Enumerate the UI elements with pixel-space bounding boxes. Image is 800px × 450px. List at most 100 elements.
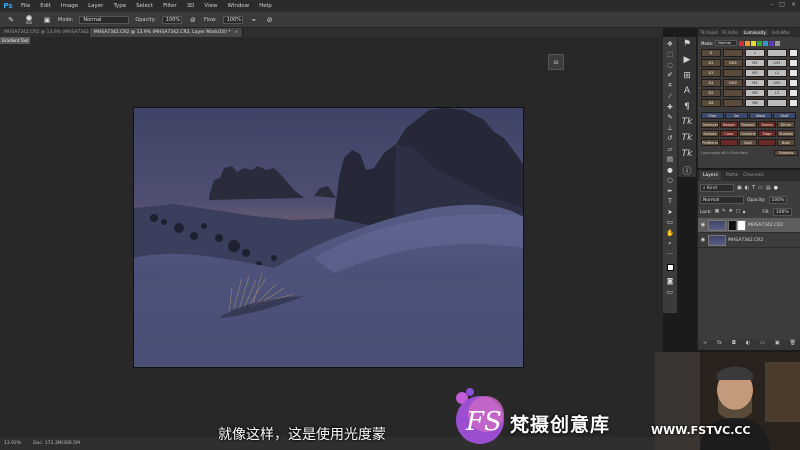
filter-type-icon[interactable]: T	[752, 185, 755, 191]
lumi-mask-button[interactable]: M5	[745, 89, 765, 97]
menu-help[interactable]: Help	[254, 3, 277, 9]
clone-stamp-icon[interactable]: ⊥	[665, 123, 676, 133]
lumi-mask-button[interactable]	[767, 49, 787, 57]
opacity-field[interactable]: 100%	[161, 15, 182, 24]
document-image[interactable]	[133, 107, 524, 368]
menu-layer[interactable]: Layer	[83, 3, 108, 9]
eraser-tool-icon[interactable]: ▱	[665, 144, 676, 154]
zoom-tool-icon[interactable]: ⌕	[665, 239, 676, 249]
crop-tool-icon[interactable]: ⌗	[665, 81, 676, 91]
lumi-mask-button[interactable]: D2	[701, 59, 721, 67]
menu-edit[interactable]: Edit	[35, 3, 56, 9]
lumi-mask-button[interactable]: D5	[701, 89, 721, 97]
tab-luminosity[interactable]: Luminosity	[742, 30, 768, 35]
lumi-action-button[interactable]: Bath	[777, 139, 795, 146]
character-panel-icon[interactable]: A	[680, 86, 694, 97]
layer-filter-kind[interactable]: ⌕ Kind	[700, 184, 734, 192]
menu-view[interactable]: View	[199, 3, 222, 9]
tab-tk-rapid[interactable]: TK Rapid	[700, 30, 718, 35]
hand-tool-icon[interactable]: ✋	[665, 228, 676, 238]
marquee-tool-icon[interactable]: ⬚	[665, 50, 676, 60]
lumi-mask-button[interactable]: DM2	[723, 79, 743, 87]
move-tool-icon[interactable]: ✥	[665, 39, 676, 49]
lasso-tool-icon[interactable]: ◌	[665, 60, 676, 70]
new-layer-icon[interactable]: ▣	[775, 340, 780, 350]
filter-toggle-icon[interactable]: ●	[774, 185, 778, 191]
lock-artboard-icon[interactable]: ▢	[736, 209, 740, 215]
tab-initiamas[interactable]: InitiaMas	[772, 30, 790, 35]
menu-window[interactable]: Window	[222, 3, 254, 9]
tab-document-1[interactable]: MHSA7342.CR2 @ 13.9% (MHSA7342.CR2, Laye…	[0, 28, 141, 37]
tutorials-button[interactable]: Tutorials	[774, 150, 798, 156]
lumi-mask-button[interactable]: D	[701, 49, 721, 57]
eyedropper-tool-icon[interactable]: ⁄	[665, 92, 676, 102]
menu-3d[interactable]: 3D	[182, 3, 200, 9]
fx-icon[interactable]: fx	[717, 340, 722, 350]
layer-row[interactable]: ◉ MHSA7342.CR2	[698, 218, 800, 233]
tab-tk-actions[interactable]: TK Actio	[722, 30, 738, 35]
lumi-mask-button[interactable]: M4	[745, 79, 765, 87]
shape-tool-icon[interactable]: ▭	[665, 218, 676, 228]
layer-opacity-field[interactable]: 100%	[768, 196, 788, 204]
lock-all-icon[interactable]: 🔒︎	[743, 209, 745, 215]
lumi-action-button[interactable]: Stuff	[773, 112, 796, 119]
lumi-action-button[interactable]: Stamp	[758, 121, 776, 128]
lumi-row-toggle[interactable]	[789, 59, 798, 67]
lumi-action-button[interactable]: PreBlend	[701, 139, 719, 146]
lumi-mask-button[interactable]: M6	[745, 99, 765, 107]
visibility-eye-icon[interactable]: ◉	[698, 222, 708, 228]
visibility-eye-icon[interactable]: ◉	[698, 237, 708, 243]
menu-select[interactable]: Select	[131, 3, 158, 9]
dodge-tool-icon[interactable]: ○	[665, 176, 676, 186]
zoom-level[interactable]: 13.92%	[4, 441, 21, 446]
filter-adjust-icon[interactable]: ◐	[745, 185, 749, 191]
lumi-mode-select[interactable]: Normal	[715, 40, 738, 46]
actions-panel-icon[interactable]: ▶	[680, 55, 694, 66]
lumi-action-button[interactable]: Split	[739, 139, 757, 146]
lumi-action-button[interactable]: Rodger	[720, 121, 738, 128]
lumi-mask-button[interactable]: L2	[767, 69, 787, 77]
type-tool-icon[interactable]: T	[665, 197, 676, 207]
lumi-action-button[interactable]: Combine	[739, 130, 757, 137]
pressure-opacity-icon[interactable]: ⊘	[188, 15, 198, 25]
lumi-mask-button[interactable]: DM1	[723, 59, 743, 67]
menu-image[interactable]: Image	[56, 3, 83, 9]
lumi-action-button[interactable]: Dither	[777, 121, 795, 128]
tk-panel-icon-1[interactable]: Tk	[680, 117, 694, 128]
lumi-mask-button[interactable]: LM2	[767, 79, 787, 87]
lumi-mask-button[interactable]	[723, 99, 743, 107]
paragraph-panel-icon[interactable]: ¶	[680, 102, 694, 113]
lumi-row-toggle[interactable]	[789, 49, 798, 57]
tab-layers[interactable]: Layers	[700, 171, 721, 180]
brush-panel-icon[interactable]: ⊞	[680, 70, 694, 81]
lumi-mask-button[interactable]: LM1	[767, 59, 787, 67]
lumi-mask-button[interactable]	[723, 69, 743, 77]
healing-tool-icon[interactable]: ✚	[665, 102, 676, 112]
airbrush-icon[interactable]: ⌁	[249, 15, 259, 25]
pressure-size-icon[interactable]: ⊘	[265, 15, 275, 25]
lumi-action-button[interactable]: Mask	[749, 112, 772, 119]
mode-select[interactable]: Normal	[79, 15, 130, 24]
blur-tool-icon[interactable]: ●	[665, 165, 676, 175]
lumi-row-toggle[interactable]	[789, 89, 798, 97]
screen-mode-icon[interactable]: ▭	[665, 287, 676, 297]
tab-paths[interactable]: Paths	[726, 173, 738, 178]
lumi-mask-button[interactable]: M3	[745, 69, 765, 77]
history-panel-icon[interactable]: ⚑	[680, 39, 694, 50]
tab-document-2[interactable]: MHSA7342.CR2 @ 13.9% (MHSA7342.CR2, Laye…	[90, 28, 244, 37]
brush-tool-icon[interactable]: ✎	[6, 15, 16, 25]
color-swatches-icon[interactable]	[665, 260, 676, 276]
path-select-icon[interactable]: ➤	[665, 207, 676, 217]
info-panel-icon[interactable]: ⓘ	[680, 164, 694, 177]
tk-panel-icon-3[interactable]: Tk	[680, 148, 694, 159]
lumi-row-toggle[interactable]	[789, 79, 798, 87]
brush-preset-icon[interactable]: 500	[22, 14, 36, 25]
tk-panel-icon-2[interactable]: Tk	[680, 133, 694, 144]
lumi-action-button[interactable]	[758, 139, 776, 146]
lumi-row-toggle[interactable]	[789, 69, 798, 77]
close-icon[interactable]: ×	[791, 1, 796, 8]
layer-mask-thumbnail[interactable]	[728, 219, 746, 231]
filter-shape-icon[interactable]: ▭	[758, 185, 763, 191]
add-mask-icon[interactable]: ◘	[732, 340, 736, 350]
layer-row[interactable]: ◉ MHSA7342.CR2	[698, 233, 800, 248]
